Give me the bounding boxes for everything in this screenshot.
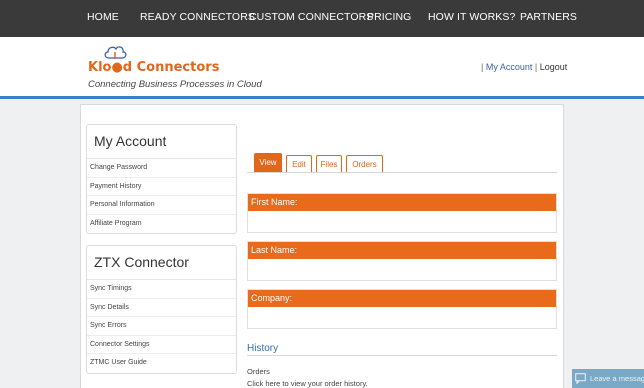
nav-how-it-works[interactable]: HOW IT WORKS? [428, 11, 515, 23]
tab-orders[interactable]: Orders [346, 155, 383, 172]
cloud-logo-icon [104, 46, 127, 59]
sidebar-title: My Account [87, 125, 236, 159]
company-label: Company: [248, 290, 556, 307]
last-name-value [248, 259, 556, 280]
company-section: Company: [247, 289, 557, 329]
history-divider [247, 355, 557, 356]
nav-pricing[interactable]: PRICING [367, 11, 411, 23]
brand-logo[interactable]: Klo●d Connectors [88, 60, 219, 75]
sidebar-item-connector-settings[interactable]: Connector Settings [87, 336, 236, 354]
sidebar-item-personal-information[interactable]: Personal Information [87, 196, 236, 215]
nav-ready-connectors[interactable]: READY CONNECTORS [140, 11, 255, 23]
chat-bubble-icon [575, 373, 586, 384]
company-value [248, 307, 556, 328]
sidebar-item-sync-timings[interactable]: Sync Timings [87, 280, 236, 299]
orders-label: Orders [247, 367, 270, 376]
order-history-link[interactable]: Click here to view your order history. [247, 379, 368, 388]
separator: | [534, 62, 538, 72]
leave-message-label: Leave a message [590, 374, 644, 383]
sidebar-ztx-connector: ZTX Connector Sync Timings Sync Details … [86, 245, 237, 374]
sidebar-title: ZTX Connector [87, 246, 236, 280]
tab-divider [247, 172, 557, 173]
sidebar-item-ztmc-user-guide[interactable]: ZTMC User Guide [87, 354, 236, 373]
sidebar-item-sync-errors[interactable]: Sync Errors [87, 317, 236, 336]
first-name-section: First Name: [247, 193, 557, 233]
brand-tagline: Connecting Business Processes in Cloud [88, 79, 262, 90]
history-heading: History [247, 343, 279, 354]
header-divider [0, 96, 644, 99]
sidebar-item-sync-details[interactable]: Sync Details [87, 299, 236, 317]
nav-partners[interactable]: PARTNERS [520, 11, 577, 23]
account-links: | My Account | Logout [481, 62, 567, 72]
top-navigation-bar: HOME READY CONNECTORS CUSTOM CONNECTORS … [0, 0, 644, 37]
sidebar-item-change-password[interactable]: Change Password [87, 159, 236, 178]
my-account-link[interactable]: My Account [486, 62, 533, 72]
nav-custom-connectors[interactable]: CUSTOM CONNECTORS [249, 11, 373, 23]
last-name-label: Last Name: [248, 242, 556, 259]
first-name-value [248, 211, 556, 232]
separator: | [481, 62, 484, 72]
sidebar-item-affiliate-program[interactable]: Affiliate Program [87, 215, 236, 234]
tab-view[interactable]: View [254, 153, 282, 172]
nav-home[interactable]: HOME [87, 11, 119, 23]
sidebar-my-account: My Account Change Password Payment Histo… [86, 124, 237, 234]
first-name-label: First Name: [248, 194, 556, 211]
leave-message-button[interactable]: Leave a message [572, 369, 644, 388]
tab-files[interactable]: Files [316, 155, 342, 172]
logout-link[interactable]: Logout [540, 62, 568, 72]
tab-edit[interactable]: Edit [286, 155, 312, 172]
sidebar-item-payment-history[interactable]: Payment History [87, 178, 236, 196]
last-name-section: Last Name: [247, 241, 557, 281]
